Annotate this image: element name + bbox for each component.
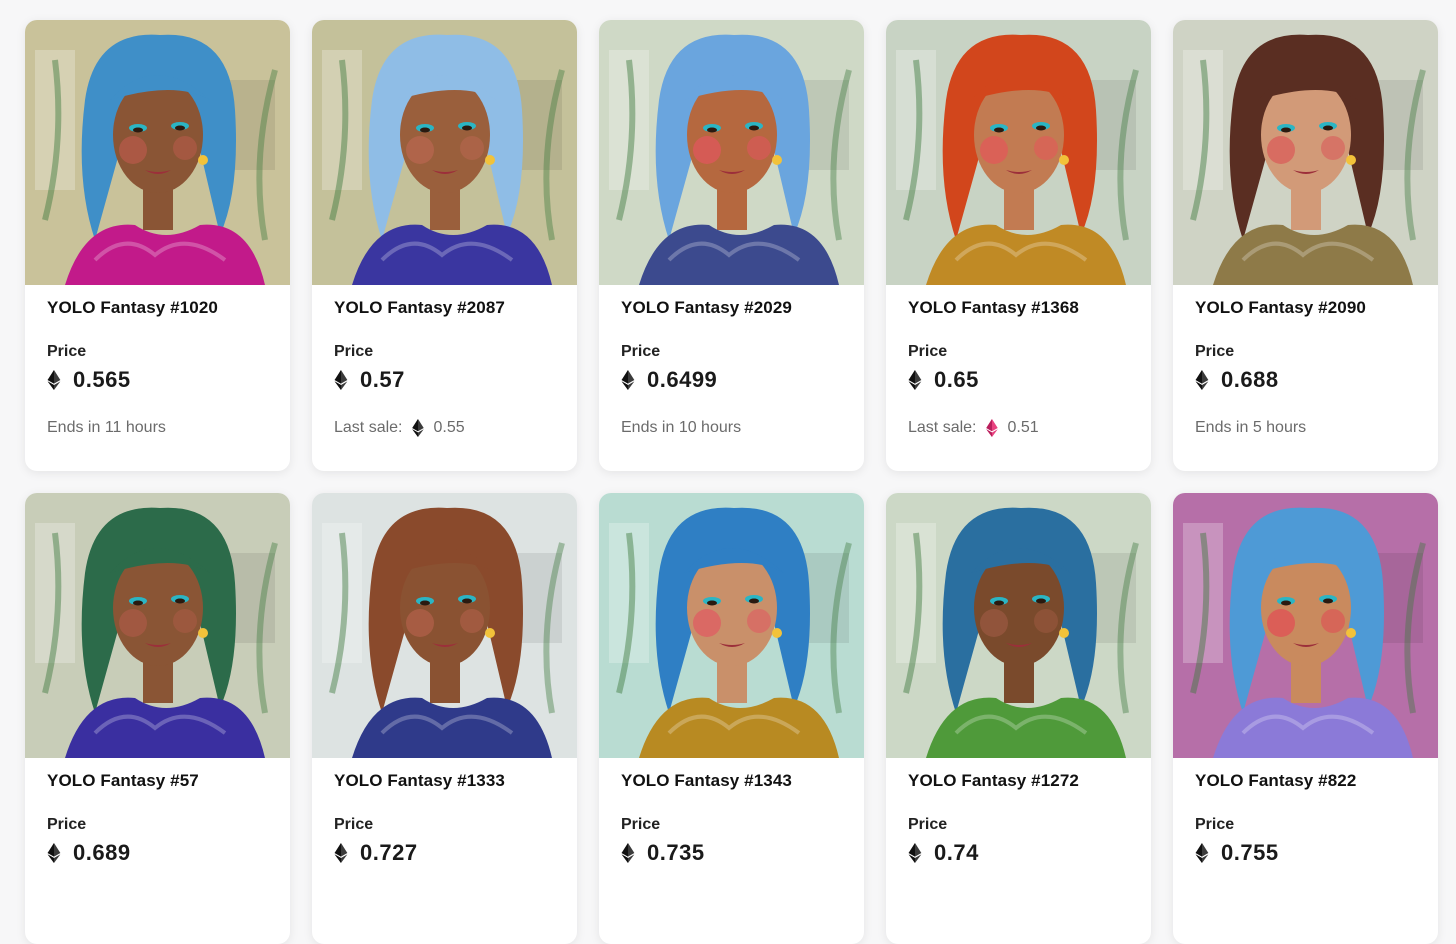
nft-card[interactable]: YOLO Fantasy #57 Price 0.689 [25, 493, 290, 944]
price-value: 0.735 [647, 840, 705, 865]
last-sale-label: Last sale: [908, 419, 977, 436]
nft-card[interactable]: YOLO Fantasy #822 Price 0.755 [1173, 493, 1438, 944]
price-value: 0.727 [360, 840, 418, 865]
nft-card[interactable]: YOLO Fantasy #2029 Price 0.6499 Ends in 10 … [599, 20, 864, 471]
auction-ends: Ends in 10 hours [621, 419, 742, 436]
nft-card[interactable]: YOLO Fantasy #2090 Price 0.688 Ends in 5 ho… [1173, 20, 1438, 471]
nft-image[interactable] [25, 20, 290, 285]
price-value: 0.74 [934, 840, 979, 865]
nft-title[interactable]: YOLO Fantasy #57 [47, 771, 268, 791]
price-label: Price [47, 343, 87, 360]
last-sale-value: 0.55 [433, 419, 465, 436]
nft-title[interactable]: YOLO Fantasy #1333 [334, 771, 555, 791]
price-value: 0.688 [1221, 367, 1279, 392]
price-value: 0.57 [360, 367, 405, 392]
eth-icon [908, 843, 934, 863]
nft-title[interactable]: YOLO Fantasy #822 [1195, 771, 1416, 791]
price-row: 0.727 [334, 840, 555, 866]
eth-icon [402, 419, 433, 437]
nft-title[interactable]: YOLO Fantasy #1272 [908, 771, 1129, 791]
nft-title[interactable]: YOLO Fantasy #2029 [621, 298, 842, 318]
price-row: 0.689 [47, 840, 268, 866]
price-value: 0.565 [73, 367, 131, 392]
nft-image[interactable] [886, 493, 1151, 758]
price-label: Price [621, 816, 661, 833]
price-row: 0.688 [1195, 367, 1416, 393]
price-label: Price [334, 816, 374, 833]
last-sale: Last sale: 0.55 [334, 419, 555, 437]
nft-image[interactable] [1173, 20, 1438, 285]
nft-card[interactable]: YOLO Fantasy #1272 Price 0.74 [886, 493, 1151, 944]
eth-icon [1195, 843, 1221, 863]
eth-icon [334, 843, 360, 863]
price-value: 0.65 [934, 367, 979, 392]
eth-icon [47, 370, 73, 390]
auction-ends: Ends in 11 hours [47, 419, 166, 436]
price-label: Price [621, 343, 661, 360]
eth-icon [621, 370, 647, 390]
nft-image[interactable] [312, 20, 577, 285]
price-label: Price [1195, 343, 1235, 360]
nft-image[interactable] [599, 20, 864, 285]
price-value: 0.755 [1221, 840, 1279, 865]
nft-card[interactable]: YOLO Fantasy #1368 Price 0.65 Last sale: 0.5… [886, 20, 1151, 471]
nft-card[interactable]: YOLO Fantasy #1333 Price 0.727 [312, 493, 577, 944]
price-label: Price [334, 343, 374, 360]
eth-icon [1195, 370, 1221, 390]
nft-title[interactable]: YOLO Fantasy #2090 [1195, 298, 1416, 318]
price-row: 0.57 [334, 367, 555, 393]
nft-grid: YOLO Fantasy #1020 Price 0.565 Ends in 11 h… [25, 20, 1438, 944]
price-row: 0.755 [1195, 840, 1416, 866]
price-row: 0.74 [908, 840, 1129, 866]
price-label: Price [908, 343, 948, 360]
eth-icon [621, 843, 647, 863]
auction-ends: Ends in 5 hours [1195, 419, 1307, 436]
nft-image[interactable] [1173, 493, 1438, 758]
price-row: 0.735 [621, 840, 842, 866]
price-label: Price [47, 816, 87, 833]
eth-icon [334, 370, 360, 390]
nft-card[interactable]: YOLO Fantasy #1020 Price 0.565 Ends in 11 h… [25, 20, 290, 471]
price-label: Price [1195, 816, 1235, 833]
last-sale-value: 0.51 [1007, 419, 1039, 436]
last-sale: Last sale: 0.51 [908, 419, 1129, 437]
eth-icon [908, 370, 934, 390]
nft-title[interactable]: YOLO Fantasy #1343 [621, 771, 842, 791]
price-row: 0.65 [908, 367, 1129, 393]
nft-image[interactable] [599, 493, 864, 758]
nft-card[interactable]: YOLO Fantasy #1343 Price 0.735 [599, 493, 864, 944]
weth-icon [976, 419, 1007, 437]
nft-title[interactable]: YOLO Fantasy #2087 [334, 298, 555, 318]
nft-image[interactable] [312, 493, 577, 758]
nft-image[interactable] [886, 20, 1151, 285]
price-row: 0.6499 [621, 367, 842, 393]
price-value: 0.6499 [647, 367, 718, 392]
price-value: 0.689 [73, 840, 131, 865]
nft-card[interactable]: YOLO Fantasy #2087 Price 0.57 Last sale: 0.5… [312, 20, 577, 471]
nft-title[interactable]: YOLO Fantasy #1368 [908, 298, 1129, 318]
price-label: Price [908, 816, 948, 833]
nft-image[interactable] [25, 493, 290, 758]
nft-title[interactable]: YOLO Fantasy #1020 [47, 298, 268, 318]
price-row: 0.565 [47, 367, 268, 393]
eth-icon [47, 843, 73, 863]
last-sale-label: Last sale: [334, 419, 403, 436]
